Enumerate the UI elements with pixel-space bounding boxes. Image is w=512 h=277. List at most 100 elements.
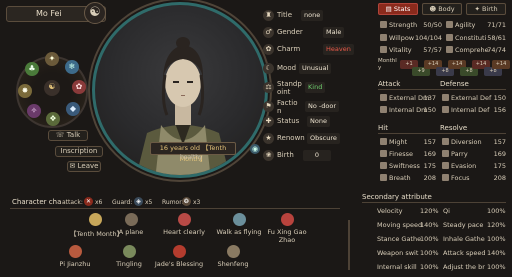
finesse-icon bbox=[380, 150, 387, 157]
traits-scrollbar[interactable] bbox=[348, 220, 350, 270]
stats-tab-icon: ▤ bbox=[385, 5, 394, 13]
trait-label: Jade's Blessing bbox=[154, 260, 204, 268]
stat-external-def: External Def 150 bbox=[442, 93, 506, 103]
stat-swiftness: Swiftness 175 bbox=[380, 161, 436, 171]
stat-label: Willpow bbox=[389, 34, 415, 42]
inscription-button[interactable]: Inscription bbox=[55, 146, 103, 157]
orb-upper-right-icon[interactable]: ❄ bbox=[65, 60, 79, 74]
attr-renown-row: ★ Renown Obscure bbox=[263, 133, 363, 145]
trait-label: Pi Jianzhu bbox=[59, 260, 91, 268]
attack-count-label: attack: bbox=[62, 199, 83, 206]
resolve-header: Resolve bbox=[440, 124, 468, 132]
parry-icon bbox=[442, 150, 449, 157]
trait-walk-as-flying[interactable]: Walk as flying bbox=[208, 213, 270, 236]
trait-icon bbox=[232, 213, 246, 226]
globe-icon[interactable]: ◉ bbox=[250, 144, 260, 154]
agility-icon bbox=[446, 21, 453, 28]
orb-bottom-icon[interactable]: ❖ bbox=[46, 112, 60, 126]
talk-button[interactable]: ☏ Talk bbox=[48, 130, 88, 141]
birth-icon: ❀ bbox=[263, 150, 274, 161]
attr-standpoint-row: ⚖ Standp oint Kind bbox=[263, 79, 363, 99]
sec-label: Velocity bbox=[377, 207, 403, 215]
stat-value: 169 bbox=[423, 150, 436, 158]
stat-internal-dmg: Internal Dm 150 bbox=[380, 105, 436, 115]
trait-tingling[interactable]: Tingling bbox=[104, 245, 154, 268]
stat-label: Breath bbox=[389, 174, 411, 182]
breath-icon bbox=[380, 174, 387, 181]
trait-heart-clearly[interactable]: Heart clearly bbox=[155, 213, 213, 236]
stat-internal-def: Internal Def 156 bbox=[442, 105, 506, 115]
trait-label: Shenfeng bbox=[217, 260, 249, 268]
shield-icon bbox=[442, 94, 449, 101]
gender-icon: ♂ bbox=[263, 27, 274, 38]
stat-value: 157 bbox=[493, 138, 506, 146]
attr-value: none bbox=[301, 10, 324, 21]
stat-label: Diversion bbox=[451, 138, 482, 146]
tab-label: Birth bbox=[481, 5, 498, 13]
standpoint-icon: ⚖ bbox=[263, 82, 274, 93]
sec-label: Internal skill bbox=[377, 263, 417, 271]
trait-a-plane[interactable]: A plane bbox=[106, 213, 156, 236]
stat-label: Vitality bbox=[389, 46, 412, 54]
hit-header: Hit bbox=[378, 124, 388, 132]
trait-shenfeng[interactable]: Shenfeng bbox=[208, 245, 258, 268]
orb-upper-left-icon[interactable]: ♣ bbox=[25, 62, 39, 76]
stat-value: 137 bbox=[423, 94, 436, 102]
guard-count: x5 bbox=[145, 199, 153, 206]
sword-icon bbox=[380, 94, 387, 101]
stat-value: 74/74 bbox=[487, 46, 506, 54]
sec-label: Moving speed bbox=[377, 221, 423, 229]
health-status: healthy bbox=[180, 154, 203, 161]
tab-stats[interactable]: ▤ Stats bbox=[378, 3, 418, 15]
divider bbox=[378, 89, 506, 90]
orb-top-icon[interactable]: ✦ bbox=[45, 52, 59, 66]
trait-label: Fu Xing Gao Zhao bbox=[267, 228, 307, 244]
attr-value: 0 bbox=[303, 150, 331, 161]
sec-value: 100% bbox=[487, 235, 506, 243]
stat-parry: Parry 169 bbox=[442, 149, 506, 159]
wheel-center-icon: ☯ bbox=[44, 80, 60, 96]
monthly-label: Monthl y bbox=[378, 58, 397, 71]
status-icon: ✚ bbox=[263, 116, 274, 127]
tab-birth[interactable]: ✦ Birth bbox=[466, 3, 506, 15]
orb-right-icon[interactable]: ✿ bbox=[72, 80, 86, 94]
stat-value: 169 bbox=[493, 150, 506, 158]
tab-body[interactable]: ☻ Body bbox=[422, 3, 462, 15]
stat-label: Parry bbox=[451, 150, 468, 158]
sec-label: Qi bbox=[443, 207, 450, 215]
rumor-count-label: Rumor: bbox=[162, 199, 184, 206]
orb-lower-right-icon[interactable]: ◆ bbox=[66, 102, 80, 116]
might-icon bbox=[380, 138, 387, 145]
sec-value: 140% bbox=[420, 221, 439, 229]
swiftness-icon bbox=[380, 162, 387, 169]
trait-icon bbox=[88, 213, 102, 226]
trait-icon bbox=[280, 213, 294, 226]
divider bbox=[378, 133, 506, 134]
sec-value: 100% bbox=[487, 263, 506, 271]
trait-pi-jianzhu[interactable]: Pi Jianzhu bbox=[50, 245, 100, 268]
tab-label: Body bbox=[438, 5, 455, 13]
comprehension-icon bbox=[446, 46, 453, 53]
birth-tab-icon: ✦ bbox=[474, 5, 482, 13]
attr-faction-row: ⚑ Factio n No -door bbox=[263, 98, 363, 118]
stat-diversion: Diversion 157 bbox=[442, 137, 506, 147]
stat-value: 58/61 bbox=[487, 34, 506, 42]
stat-label: Focus bbox=[451, 174, 470, 182]
attack-count: x6 bbox=[95, 199, 103, 206]
secondary-row: Weapon swit 100% Attack speed 140% bbox=[377, 248, 507, 259]
attr-birth-row: ❀ Birth 0 bbox=[263, 150, 363, 162]
trait-icon bbox=[122, 245, 136, 258]
stat-constitution: Constituti 58/61 bbox=[446, 33, 506, 43]
orb-left-icon[interactable]: ✸ bbox=[18, 84, 32, 98]
secondary-row: Moving speed 140% Steady pace 120% bbox=[377, 220, 507, 231]
trait-fu-xing-gao-zhao[interactable]: Fu Xing Gao Zhao bbox=[262, 213, 312, 244]
trait-icon bbox=[68, 245, 82, 258]
trait-icon bbox=[226, 245, 240, 258]
yin-yang-icon[interactable]: ☯ bbox=[84, 2, 106, 24]
orb-lower-left-icon[interactable]: ✧ bbox=[27, 104, 41, 118]
attr-label: Renown bbox=[277, 134, 305, 142]
vitality-icon bbox=[380, 46, 387, 53]
attr-label: Birth bbox=[277, 151, 294, 159]
trait-jades-blessing[interactable]: Jade's Blessing bbox=[148, 245, 210, 268]
leave-button[interactable]: ✉ Leave bbox=[67, 161, 101, 172]
